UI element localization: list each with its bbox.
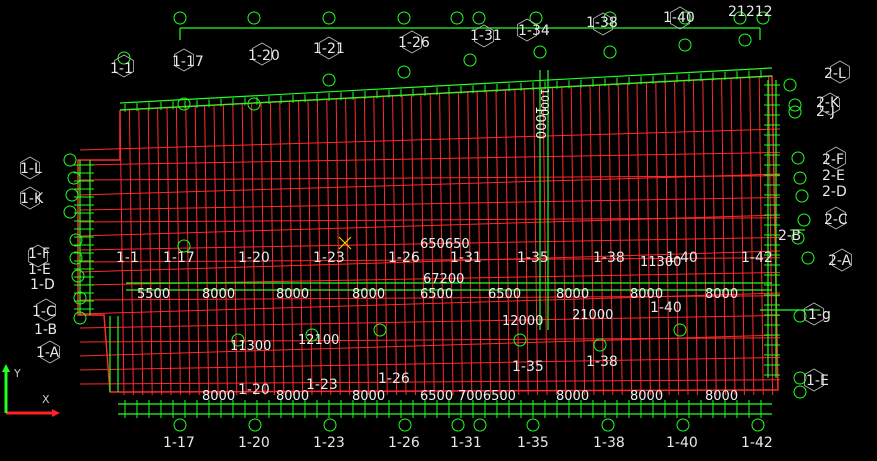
axis-label-top: 1-40 (663, 10, 695, 26)
dimension-value-bottom: 8000 (630, 389, 663, 404)
dimension-value: 8000 (705, 287, 738, 302)
axis-label-right: 1-E (806, 373, 829, 389)
axis-label-interior: 1-17 (163, 250, 195, 266)
dimension-value-bottom: 8000 (705, 389, 738, 404)
axis-label-interior-lower: 1-40 (650, 300, 682, 316)
dimension-value-bottom: 8000 (276, 389, 309, 404)
axis-label-right: 2-E (822, 168, 845, 184)
axis-label-top: 1-31 (470, 28, 502, 44)
axis-label-left: 1-C (32, 304, 56, 320)
axis-label-left: 1-L (20, 161, 42, 177)
dimension-value: 8000 (352, 287, 385, 302)
dimension-value-misc: 12100 (298, 333, 339, 348)
axis-label-right: 2-D (822, 184, 847, 200)
dimension-value: 8000 (276, 287, 309, 302)
axis-label-bottom: 1-20 (238, 435, 270, 451)
axis-label-top: 1-20 (248, 48, 280, 64)
axis-label-top: 1-21 (313, 41, 345, 57)
axis-label-left: 1-E (28, 262, 51, 278)
dimension-value-bottom: 6500 (420, 389, 453, 404)
dimension-value: 8000 (630, 287, 663, 302)
dimension-value-bottom: 8000 (556, 389, 589, 404)
axis-label-right: 2-C (824, 212, 848, 228)
ucs-y-label: Y (13, 367, 21, 380)
dimension-value-misc: 12000 (502, 314, 543, 329)
axis-label-bottom: 1-26 (388, 435, 420, 451)
axis-label-right: 2-J (816, 104, 835, 120)
axis-label-interior: 1-23 (313, 250, 345, 266)
axis-label-interior: 1-38 (593, 250, 625, 266)
axis-label-interior-lower: 1-35 (512, 359, 544, 375)
dimension-value-bottom: 7006500 (458, 389, 516, 404)
dimension-value: 6500 (420, 287, 453, 302)
axis-label-top-left: 1-1 (110, 61, 133, 77)
axis-label-interior: 1-1 (116, 250, 139, 266)
dimension-value-misc: 1000 (538, 88, 551, 116)
axis-label-interior-lower: 1-20 (238, 382, 270, 398)
axis-label-right: 2-A (828, 253, 852, 269)
dimension-value: 5500 (137, 287, 170, 302)
dimension-value-bottom: 8000 (202, 389, 235, 404)
axis-label-right: 2-L (824, 66, 846, 82)
axis-label-right: 2-F (822, 152, 844, 168)
axis-label-top: 1-17 (172, 54, 204, 70)
dimension-value: 6500 (488, 287, 521, 302)
cad-drawing-canvas[interactable]: 1-17 1-20 1-21 1-26 1-31 1-34 1-38 1-40 … (0, 0, 877, 461)
axis-label-bottom: 1-17 (163, 435, 195, 451)
dimension-value: 8000 (202, 287, 235, 302)
axis-label-top: 1-26 (398, 35, 430, 51)
dimension-value-misc: 650650 (420, 237, 470, 252)
dimension-value: 8000 (556, 287, 589, 302)
axis-label-interior: 1-20 (238, 250, 270, 266)
axis-label-left: 1-D (30, 277, 55, 293)
dimension-value-bottom: 8000 (352, 389, 385, 404)
axis-label-left: 1-K (20, 191, 44, 207)
axis-label-top: 21212 (728, 4, 773, 20)
axis-label-bottom: 1-38 (593, 435, 625, 451)
axis-label-interior-lower: 1-26 (378, 371, 410, 387)
dimension-value-misc: 11300 (230, 339, 271, 354)
ucs-x-label: X (42, 393, 50, 406)
axis-label-right: 1-g (808, 307, 831, 323)
dimension-value-misc: 21000 (572, 308, 613, 323)
axis-label-interior: 1-26 (388, 250, 420, 266)
axis-label-interior: 1-35 (517, 250, 549, 266)
dimension-value-misc: 11300 (640, 255, 681, 270)
axis-label-left: 1-F (28, 246, 50, 262)
axis-label-top: 1-38 (586, 15, 618, 31)
axis-label-left: 1-B (34, 322, 57, 338)
axis-label-bottom: 1-31 (450, 435, 482, 451)
axis-label-interior: 1-42 (741, 250, 773, 266)
dimension-value-misc: 67200 (423, 272, 464, 287)
axis-label-top: 1-34 (518, 23, 550, 39)
axis-label-interior-lower: 1-38 (586, 354, 618, 370)
axis-label-bottom: 1-40 (666, 435, 698, 451)
axis-label-right: 2-B (778, 228, 801, 244)
axis-label-bottom: 1-23 (313, 435, 345, 451)
axis-label-bottom: 1-42 (741, 435, 773, 451)
axis-label-bottom: 1-35 (517, 435, 549, 451)
axis-label-interior: 1-31 (450, 250, 482, 266)
axis-label-interior-lower: 1-23 (306, 377, 338, 393)
axis-label-left: 1-A (36, 345, 60, 361)
